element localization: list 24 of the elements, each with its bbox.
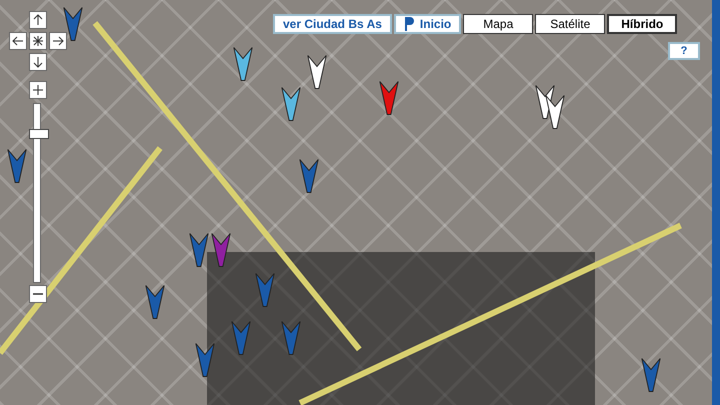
home-button[interactable]: Inicio xyxy=(394,14,462,34)
pan-down-button[interactable] xyxy=(29,53,47,71)
map-type-tab[interactable]: Mapa xyxy=(463,14,534,34)
map-type-tab[interactable]: Híbrido xyxy=(607,14,678,34)
satellite-map-photo-placeholder[interactable]: ver Ciudad Bs As Inicio Mapa Satélite Híbrido ? xyxy=(0,0,720,405)
pan-left-button[interactable] xyxy=(9,32,27,50)
plus-icon xyxy=(32,84,44,96)
pan-up-button[interactable] xyxy=(29,11,47,29)
down-arrow-icon xyxy=(32,56,44,68)
right-arrow-icon xyxy=(52,35,64,47)
zoom-out-button[interactable] xyxy=(29,285,47,303)
asterisk-icon xyxy=(32,35,44,47)
left-arrow-icon xyxy=(12,35,24,47)
up-arrow-icon xyxy=(32,14,44,26)
zoom-in-button[interactable] xyxy=(29,81,47,99)
zoom-slider-track[interactable] xyxy=(33,103,41,283)
zoom-slider-handle[interactable] xyxy=(29,129,49,139)
flag-icon xyxy=(404,17,414,31)
minus-icon xyxy=(32,292,44,296)
map-type-tab[interactable]: Satélite xyxy=(535,14,606,34)
help-button[interactable]: ? xyxy=(668,42,700,60)
city-link[interactable]: ver Ciudad Bs As xyxy=(273,14,392,34)
center-button[interactable] xyxy=(29,32,47,50)
pan-right-button[interactable] xyxy=(49,32,67,50)
